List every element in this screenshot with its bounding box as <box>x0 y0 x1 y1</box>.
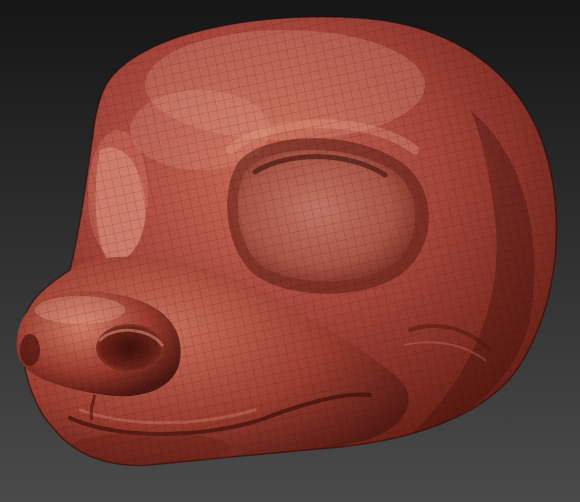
model-render <box>0 0 580 502</box>
sculpt-viewport[interactable] <box>0 0 580 502</box>
